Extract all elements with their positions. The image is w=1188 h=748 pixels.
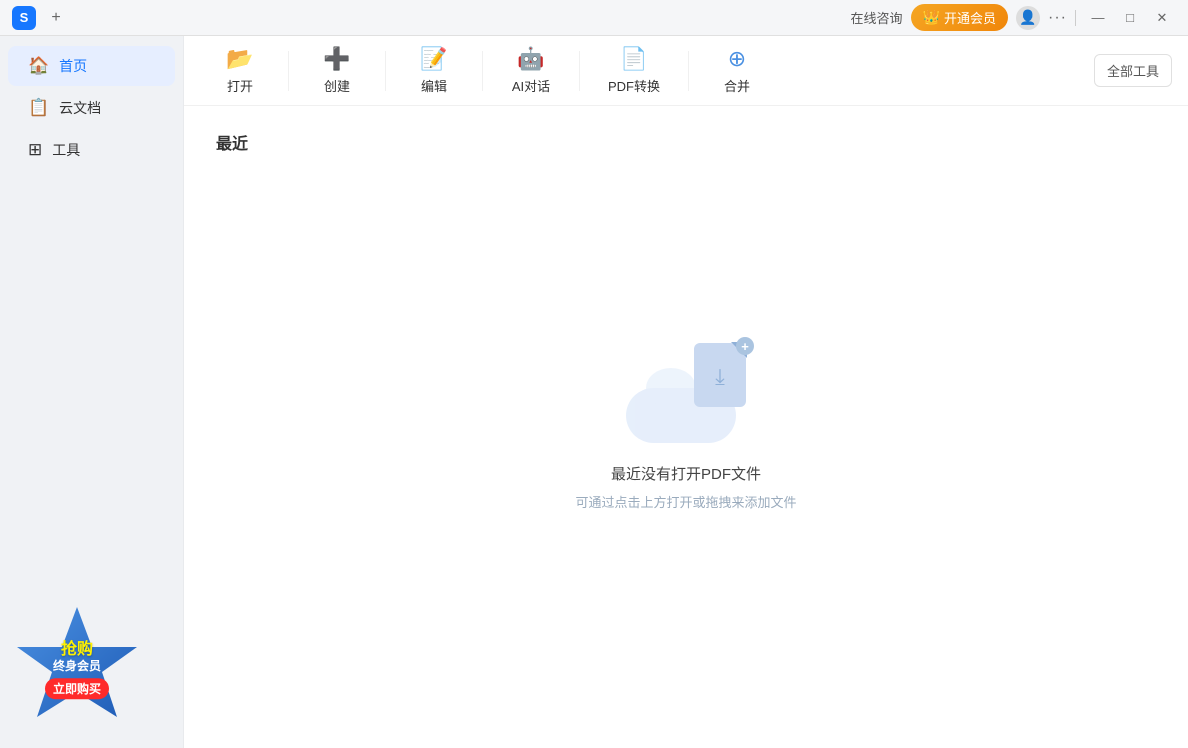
- toolbar-divider-3: [482, 51, 483, 91]
- edit-button[interactable]: 📝 编辑: [394, 38, 474, 103]
- pdf-symbol: ⤓: [715, 364, 725, 390]
- create-icon: ➕: [323, 46, 350, 72]
- home-icon: 🏠: [28, 56, 49, 76]
- sidebar-label-cloud: 云文档: [59, 98, 101, 118]
- empty-title: 最近没有打开PDF文件: [611, 463, 761, 484]
- content-area: 📂 打开 ➕ 创建 📝 编辑 🤖 AI对话 📄 PDF转换: [184, 36, 1188, 748]
- edit-label: 编辑: [421, 76, 447, 95]
- merge-icon: ⊕: [728, 46, 746, 72]
- close-button[interactable]: ✕: [1148, 4, 1176, 32]
- open-label: 打开: [227, 76, 253, 95]
- window-controls: — □ ✕: [1084, 4, 1176, 32]
- empty-state: ⤓ + 最近没有打开PDF文件 可通过点击上方打开或拖拽来添加文件: [216, 130, 1156, 724]
- empty-illustration: ⤓ +: [626, 343, 746, 443]
- more-options-button[interactable]: ···: [1048, 9, 1067, 27]
- sidebar-label-tools: 工具: [52, 140, 80, 160]
- merge-button[interactable]: ⊕ 合并: [697, 38, 777, 103]
- ai-icon: 🤖: [517, 46, 544, 72]
- toolbar-divider-1: [288, 51, 289, 91]
- maximize-button[interactable]: □: [1116, 4, 1144, 32]
- cloud-icon: 📋: [28, 98, 49, 118]
- titlebar-right: 在线咨询 👑 开通会员 👤 ··· — □ ✕: [851, 4, 1176, 32]
- pdf-label: PDF转换: [608, 76, 660, 95]
- pdf-decoration: ⤓ +: [694, 343, 746, 407]
- pdf-icon: 📄: [620, 46, 647, 72]
- main-layout: 🏠 首页 📋 云文档 ⊞ 工具 📂 打开 ➕ 创建 📝: [0, 36, 1188, 748]
- sidebar-label-home: 首页: [59, 56, 87, 76]
- promo-badge[interactable]: 抢购 终身会员 立即购买: [12, 602, 142, 732]
- titlebar-divider: [1075, 10, 1076, 26]
- consult-link[interactable]: 在线咨询: [851, 8, 903, 27]
- open-icon: 📂: [226, 46, 253, 72]
- plus-badge: +: [736, 337, 754, 355]
- promo-mid-text: 终身会员: [45, 659, 109, 675]
- minimize-button[interactable]: —: [1084, 4, 1112, 32]
- pdf-convert-button[interactable]: 📄 PDF转换: [588, 38, 680, 103]
- toolbar-divider-4: [579, 51, 580, 91]
- merge-label: 合并: [724, 76, 750, 95]
- sidebar-item-cloud[interactable]: 📋 云文档: [8, 88, 175, 128]
- ai-label: AI对话: [512, 76, 550, 95]
- crown-icon: 👑: [923, 9, 940, 26]
- promo-inner: 抢购 终身会员 立即购买: [12, 602, 142, 732]
- sidebar-item-tools[interactable]: ⊞ 工具: [8, 130, 175, 170]
- app-logo: S: [12, 6, 36, 30]
- all-tools-button[interactable]: 全部工具: [1094, 54, 1172, 87]
- toolbar-divider-5: [688, 51, 689, 91]
- open-button[interactable]: 📂 打开: [200, 38, 280, 103]
- create-button[interactable]: ➕ 创建: [297, 38, 377, 103]
- tools-icon: ⊞: [28, 140, 42, 160]
- edit-icon: 📝: [420, 46, 447, 72]
- promo-buy-button[interactable]: 立即购买: [45, 678, 109, 699]
- user-avatar[interactable]: 👤: [1016, 6, 1040, 30]
- promo-content: 抢购 终身会员 立即购买: [45, 635, 109, 699]
- sidebar-item-home[interactable]: 🏠 首页: [8, 46, 175, 86]
- new-tab-button[interactable]: +: [44, 6, 68, 30]
- empty-subtitle: 可通过点击上方打开或拖拽来添加文件: [575, 492, 796, 511]
- vip-button[interactable]: 👑 开通会员: [911, 4, 1008, 31]
- promo-top-text: 抢购: [45, 635, 109, 659]
- toolbar: 📂 打开 ➕ 创建 📝 编辑 🤖 AI对话 📄 PDF转换: [184, 36, 1188, 106]
- ai-button[interactable]: 🤖 AI对话: [491, 38, 571, 103]
- create-label: 创建: [324, 76, 350, 95]
- recent-section: 最近 ⤓ + 最近没有打开PDF文件 可通过点击上方打开或拖拽来添加文件: [184, 106, 1188, 748]
- toolbar-divider-2: [385, 51, 386, 91]
- titlebar: S + 在线咨询 👑 开通会员 👤 ··· — □ ✕: [0, 0, 1188, 36]
